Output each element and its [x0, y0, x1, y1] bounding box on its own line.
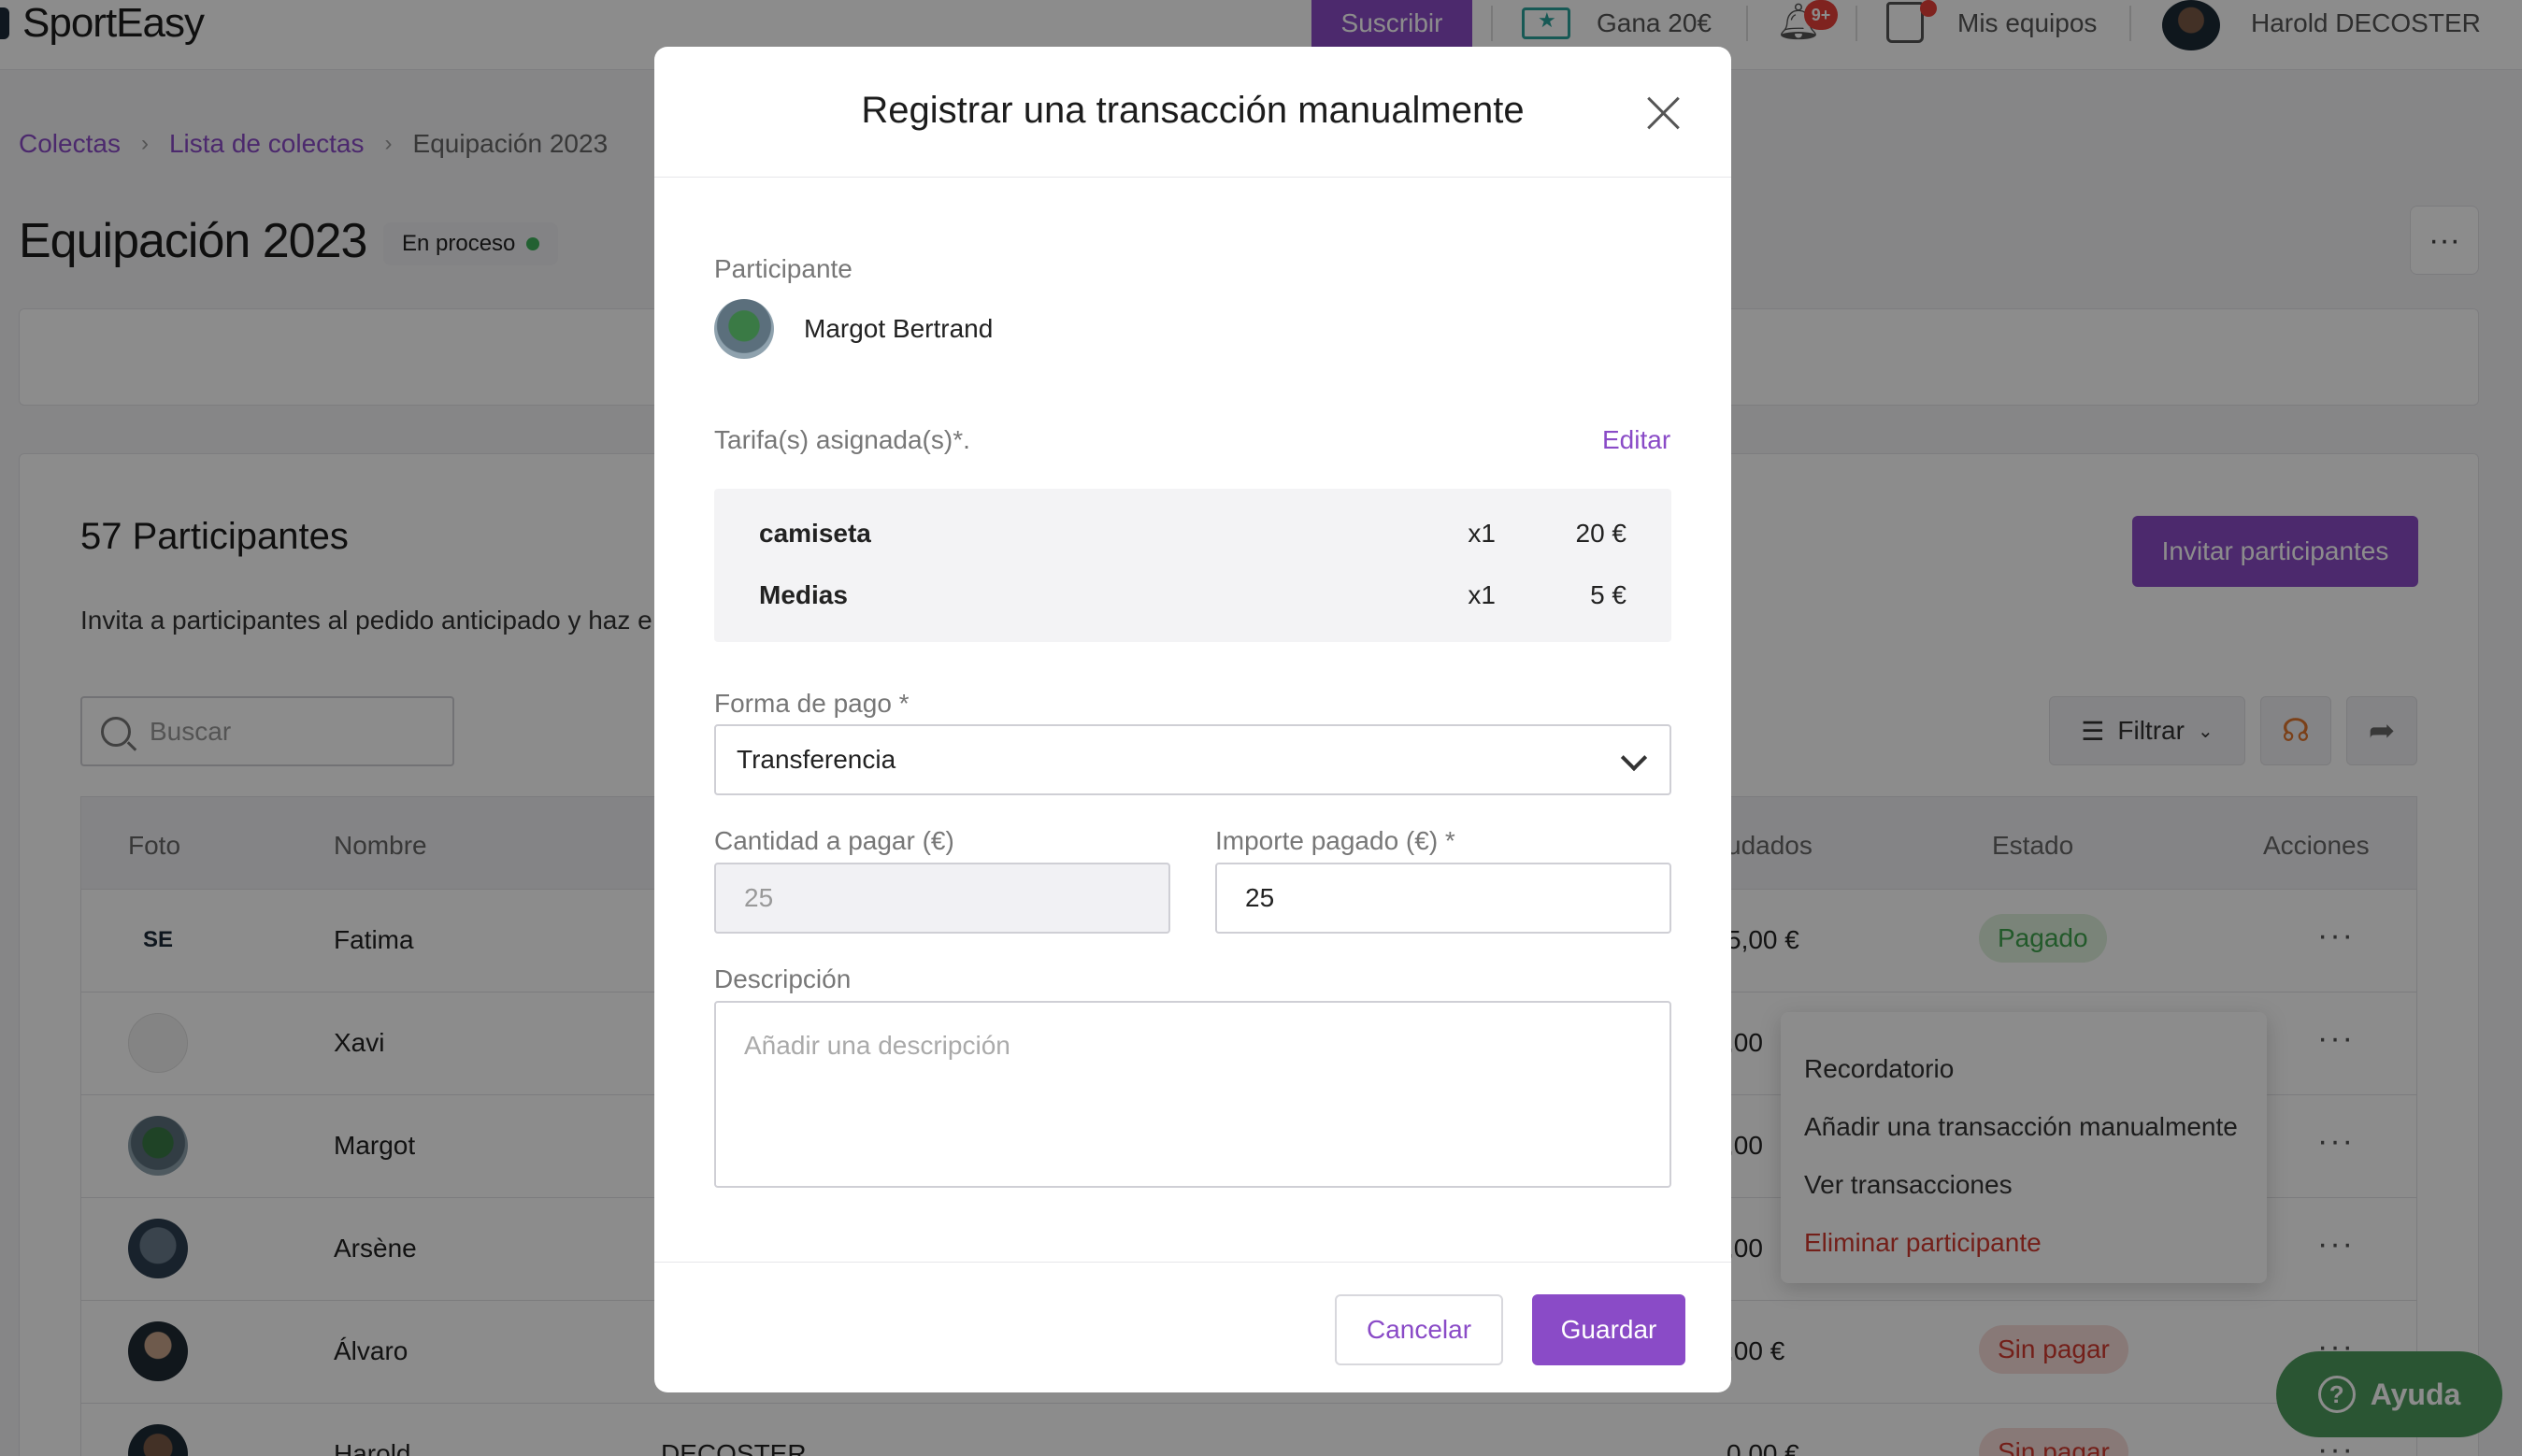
payment-method-value: Transferencia [737, 745, 896, 774]
tariff-name: camiseta [759, 519, 871, 548]
amount-due-field: 25 [714, 863, 1170, 934]
modal-title: Registrar una transacción manualmente [861, 90, 1525, 131]
amount-paid-field[interactable]: 25 [1215, 863, 1671, 934]
close-icon[interactable] [1645, 93, 1683, 131]
participant-name: Margot Bertrand [804, 314, 994, 343]
participant-label: Participante [714, 254, 853, 283]
tariff-price: 5 € [1590, 580, 1626, 609]
tariff-quantity: x1 [1468, 580, 1496, 609]
list-item: camiseta x1 20 € [759, 519, 1626, 556]
description-textarea[interactable]: Añadir una descripción [714, 1001, 1671, 1188]
avatar [714, 299, 774, 359]
chevron-down-icon [1620, 744, 1648, 772]
amount-due-label: Cantidad a pagar (€) [714, 826, 954, 855]
modal-header: Registrar una transacción manualmente [654, 47, 1731, 178]
manual-transaction-modal: Registrar una transacción manualmente Pa… [654, 47, 1731, 1392]
cancel-button[interactable]: Cancelar [1335, 1294, 1503, 1365]
tariff-quantity: x1 [1468, 519, 1496, 548]
edit-tariffs-link[interactable]: Editar [1602, 425, 1670, 455]
save-button[interactable]: Guardar [1532, 1294, 1685, 1365]
tariff-price: 20 € [1575, 519, 1627, 548]
list-item: Medias x1 5 € [759, 580, 1626, 618]
payment-method-select[interactable]: Transferencia [714, 724, 1671, 795]
tariffs-list: camiseta x1 20 € Medias x1 5 € [714, 489, 1671, 642]
description-label: Descripción [714, 964, 852, 993]
tariffs-label: Tarifa(s) asignada(s)*. [714, 425, 970, 454]
tariff-name: Medias [759, 580, 848, 609]
payment-method-label: Forma de pago * [714, 689, 910, 718]
modal-footer: Cancelar Guardar [654, 1262, 1731, 1392]
amount-paid-label: Importe pagado (€) * [1215, 826, 1455, 855]
